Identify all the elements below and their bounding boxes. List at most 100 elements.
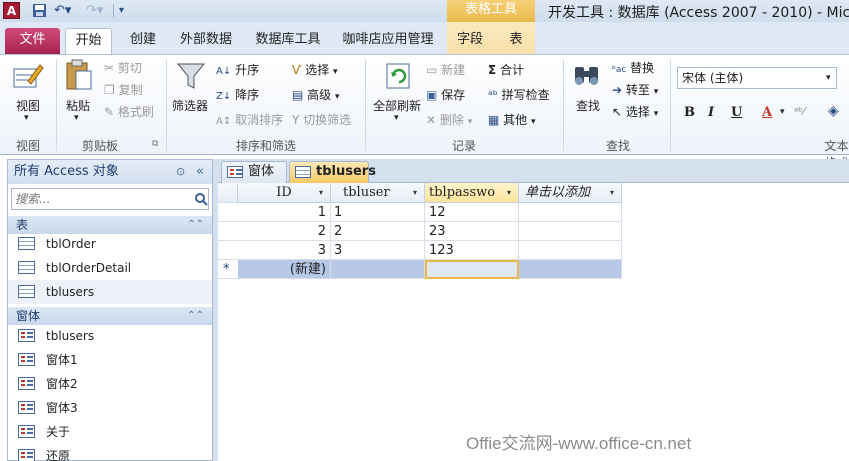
cell-add-field-new[interactable] <box>519 260 622 279</box>
delete-record-button[interactable]: ✕ 删除 ▾ <box>426 111 472 128</box>
highlight-icon[interactable]: ᵃᵇ⁄ <box>794 105 805 118</box>
more-button[interactable]: ▦ 其他 ▾ <box>488 111 536 128</box>
format-painter-button[interactable]: ✎ 格式刷 <box>104 103 154 120</box>
font-color-button[interactable]: A <box>762 105 772 120</box>
column-dropdown-icon[interactable]: ▾ <box>610 183 614 202</box>
select-button[interactable]: ↖ 选择 ▾ <box>612 103 658 120</box>
view-label: 视图 <box>16 99 41 113</box>
column-header-add-field[interactable]: 单击以添加 ▾ <box>519 183 622 203</box>
column-header-id[interactable]: ID ▾ <box>238 183 331 203</box>
sort-ascending-button[interactable]: A↓ 升序 <box>216 61 259 78</box>
cut-button[interactable]: ✂ 剪切 <box>104 59 142 76</box>
column-dropdown-icon[interactable]: ▾ <box>319 183 323 202</box>
search-icon[interactable] <box>194 192 208 206</box>
customize-qat-icon[interactable]: ▾ <box>119 3 124 19</box>
copy-button[interactable]: ❐ 复制 <box>104 81 143 98</box>
nav-item-tblusers[interactable]: tblusers <box>8 280 212 304</box>
nav-item-form1[interactable]: 窗体1 <box>8 348 212 372</box>
nav-item-restore[interactable]: 还原 <box>8 444 212 461</box>
save-record-button[interactable]: ▣ 保存 <box>426 86 465 103</box>
new-record-label: 新建 <box>441 63 466 77</box>
nav-item-label: 窗体2 <box>46 377 78 391</box>
replace-button[interactable]: ᵇac 替换 <box>612 59 654 76</box>
cell-tbluser[interactable]: 2 <box>331 222 425 241</box>
nav-item-about[interactable]: 关于 <box>8 420 212 444</box>
cell-id[interactable]: 1 <box>238 203 331 222</box>
paste-dropdown-icon: ▾ <box>74 113 79 123</box>
tab-table[interactable]: 表 <box>503 28 529 54</box>
fill-color-icon[interactable]: ◈ <box>828 103 839 119</box>
column-header-tbluser[interactable]: tbluser ▾ <box>331 183 425 203</box>
bold-button[interactable]: B <box>684 105 695 120</box>
cell-id[interactable]: 2 <box>238 222 331 241</box>
tab-database-tools[interactable]: 数据库工具 <box>252 28 324 54</box>
tab-external-data[interactable]: 外部数据 <box>176 28 236 54</box>
nav-search-input[interactable] <box>12 189 188 209</box>
cell-add-field[interactable] <box>519 203 622 222</box>
advanced-filter-button[interactable]: ▤ 高级 ▾ <box>292 86 340 103</box>
cell-tbluser[interactable]: 3 <box>331 241 425 260</box>
form-icon <box>18 329 35 342</box>
cell-id[interactable]: 3 <box>238 241 331 260</box>
nav-item-form-tblusers[interactable]: tblusers <box>8 324 212 348</box>
column-header-label: tblpasswo <box>429 185 496 200</box>
new-record-button[interactable]: ▭ 新建 <box>426 61 465 78</box>
cell-add-field[interactable] <box>519 241 622 260</box>
nav-item-tblorderdetail[interactable]: tblOrderDetail <box>8 256 212 280</box>
record-selector[interactable]: * <box>218 260 238 279</box>
cell-add-field[interactable] <box>519 222 622 241</box>
nav-item-form3[interactable]: 窗体3 <box>8 396 212 420</box>
nav-menu-icon[interactable]: ⊙ <box>176 160 185 184</box>
copy-label: 复制 <box>118 83 143 97</box>
undo-icon[interactable]: ↶▾ <box>54 3 71 19</box>
tab-home[interactable]: 开始 <box>65 28 112 54</box>
remove-sort-button[interactable]: A↕ 取消排序 <box>216 111 283 128</box>
cell-id-new[interactable]: (新建) <box>238 260 331 279</box>
nav-header[interactable]: 所有 Access 对象 ⊙ « <box>8 160 212 184</box>
column-dropdown-icon[interactable]: ▾ <box>507 183 511 202</box>
cell-tblpassword-new[interactable] <box>425 260 519 279</box>
tab-fields[interactable]: 字段 <box>452 28 488 54</box>
font-name-select[interactable]: 宋体 (主体) ▾ <box>677 67 837 89</box>
underline-button[interactable]: U <box>731 105 742 120</box>
sort-descending-button[interactable]: Z↓ 降序 <box>216 86 259 103</box>
select-label: 选择 <box>625 105 650 119</box>
cell-tblpassword[interactable]: 12 <box>425 203 519 222</box>
format-painter-icon: ✎ <box>104 105 115 119</box>
access-app-icon[interactable]: A <box>3 2 20 19</box>
save-icon[interactable] <box>32 3 47 19</box>
nav-item-form2[interactable]: 窗体2 <box>8 372 212 396</box>
clipboard-launcher-icon[interactable]: ⧉ <box>152 139 158 149</box>
nav-item-tblorder[interactable]: tblOrder <box>8 232 212 256</box>
copy-icon: ❐ <box>104 83 115 97</box>
access-window: A ↶▾ ↷▾ ▾ 表格工具 开发工具 : 数据库 (Access 2007 -… <box>0 0 849 461</box>
cell-tblpassword[interactable]: 123 <box>425 241 519 260</box>
record-selector[interactable] <box>218 241 238 260</box>
column-header-tblpassword[interactable]: tblpasswo ▾ <box>425 183 519 203</box>
selection-filter-button[interactable]: Ѵ 选择 ▾ <box>292 61 338 78</box>
tab-file[interactable]: 文件 <box>5 28 60 54</box>
goto-button[interactable]: ➔ 转至 ▾ <box>612 81 658 98</box>
nav-category-forms[interactable]: 窗体 ⌃⌃ <box>8 307 212 325</box>
tab-coffee-shop[interactable]: 咖啡店应用管理 <box>340 28 436 54</box>
font-name-value: 宋体 (主体) <box>682 71 744 85</box>
redo-icon[interactable]: ↷▾ <box>86 3 103 19</box>
cell-tbluser-new[interactable] <box>331 260 425 279</box>
cell-tblpassword[interactable]: 23 <box>425 222 519 241</box>
tab-create[interactable]: 创建 <box>125 28 161 54</box>
select-all-cell[interactable] <box>218 183 238 203</box>
nav-collapse-icon[interactable]: « <box>196 160 204 184</box>
record-selector[interactable] <box>218 222 238 241</box>
font-color-dropdown-icon[interactable]: ▾ <box>780 107 785 117</box>
toggle-filter-button[interactable]: Y 切换筛选 <box>292 111 351 128</box>
totals-label: 合计 <box>500 63 525 77</box>
totals-button[interactable]: Σ 合计 <box>488 61 524 78</box>
cell-tbluser[interactable]: 1 <box>331 203 425 222</box>
view-icon <box>13 64 44 88</box>
doc-tab-form3[interactable]: 窗体3 <box>221 161 287 199</box>
column-dropdown-icon[interactable]: ▾ <box>413 183 417 202</box>
spelling-button[interactable]: ᵃᵇ 拼写检查 <box>488 86 550 103</box>
italic-button[interactable]: I <box>708 105 714 120</box>
record-selector[interactable] <box>218 203 238 222</box>
doc-tab-tblusers[interactable]: tblusers <box>289 161 376 183</box>
